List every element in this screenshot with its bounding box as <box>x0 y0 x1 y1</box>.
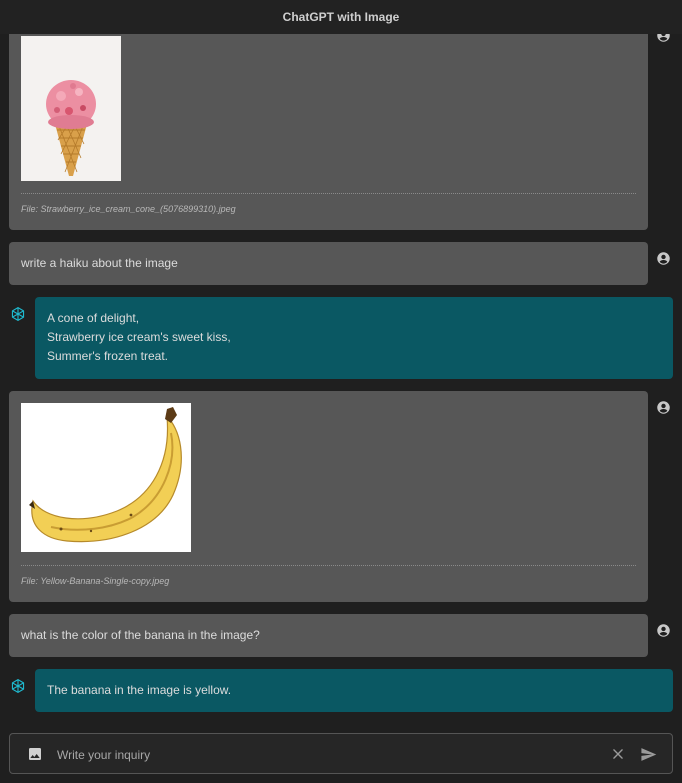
chat-thread[interactable]: File: Strawberry_ice_cream_cone_(5076899… <box>0 0 682 783</box>
file-name-label: File: Strawberry_ice_cream_cone_(5076899… <box>21 204 236 214</box>
message-text: The banana in the image is yellow. <box>47 683 232 697</box>
assistant-text-message: The banana in the image is yellow. <box>35 669 673 712</box>
app-header: ChatGPT with Image <box>0 0 682 34</box>
ice-cream-image <box>21 36 121 181</box>
send-button[interactable] <box>639 745 657 763</box>
composer <box>9 733 673 774</box>
haiku-text: A cone of delight, Strawberry ice cream'… <box>47 309 231 366</box>
file-name-label: File: Yellow-Banana-Single-copy.jpeg <box>21 576 170 586</box>
inquiry-input[interactable] <box>55 743 599 767</box>
close-icon <box>613 749 623 759</box>
assistant-text-message: A cone of delight, Strawberry ice cream'… <box>35 297 673 379</box>
user-avatar-icon <box>656 400 671 415</box>
send-icon <box>640 747 656 761</box>
haiku-line: Summer's frozen treat. <box>47 349 168 363</box>
message-divider <box>21 193 636 194</box>
assistant-logo-icon <box>9 305 27 323</box>
message-text: write a haiku about the image <box>21 256 178 270</box>
user-image-message: File: Strawberry_ice_cream_cone_(5076899… <box>9 14 648 230</box>
chat-app: File: Strawberry_ice_cream_cone_(5076899… <box>0 0 682 783</box>
user-avatar-icon <box>656 623 671 638</box>
message-text: what is the color of the banana in the i… <box>21 628 260 642</box>
attach-image-button[interactable] <box>26 745 44 763</box>
user-text-message: write a haiku about the image <box>9 242 648 285</box>
user-avatar-icon <box>656 251 671 266</box>
message-divider <box>21 565 636 566</box>
assistant-logo-icon <box>9 677 27 695</box>
banana-image <box>21 403 191 552</box>
app-title: ChatGPT with Image <box>282 10 400 24</box>
user-image-message: File: Yellow-Banana-Single-copy.jpeg <box>9 391 648 602</box>
haiku-line: A cone of delight, <box>47 311 140 325</box>
user-text-message: what is the color of the banana in the i… <box>9 614 648 657</box>
clear-button[interactable] <box>609 745 627 763</box>
haiku-line: Strawberry ice cream's sweet kiss, <box>47 330 231 344</box>
image-icon <box>29 748 41 760</box>
